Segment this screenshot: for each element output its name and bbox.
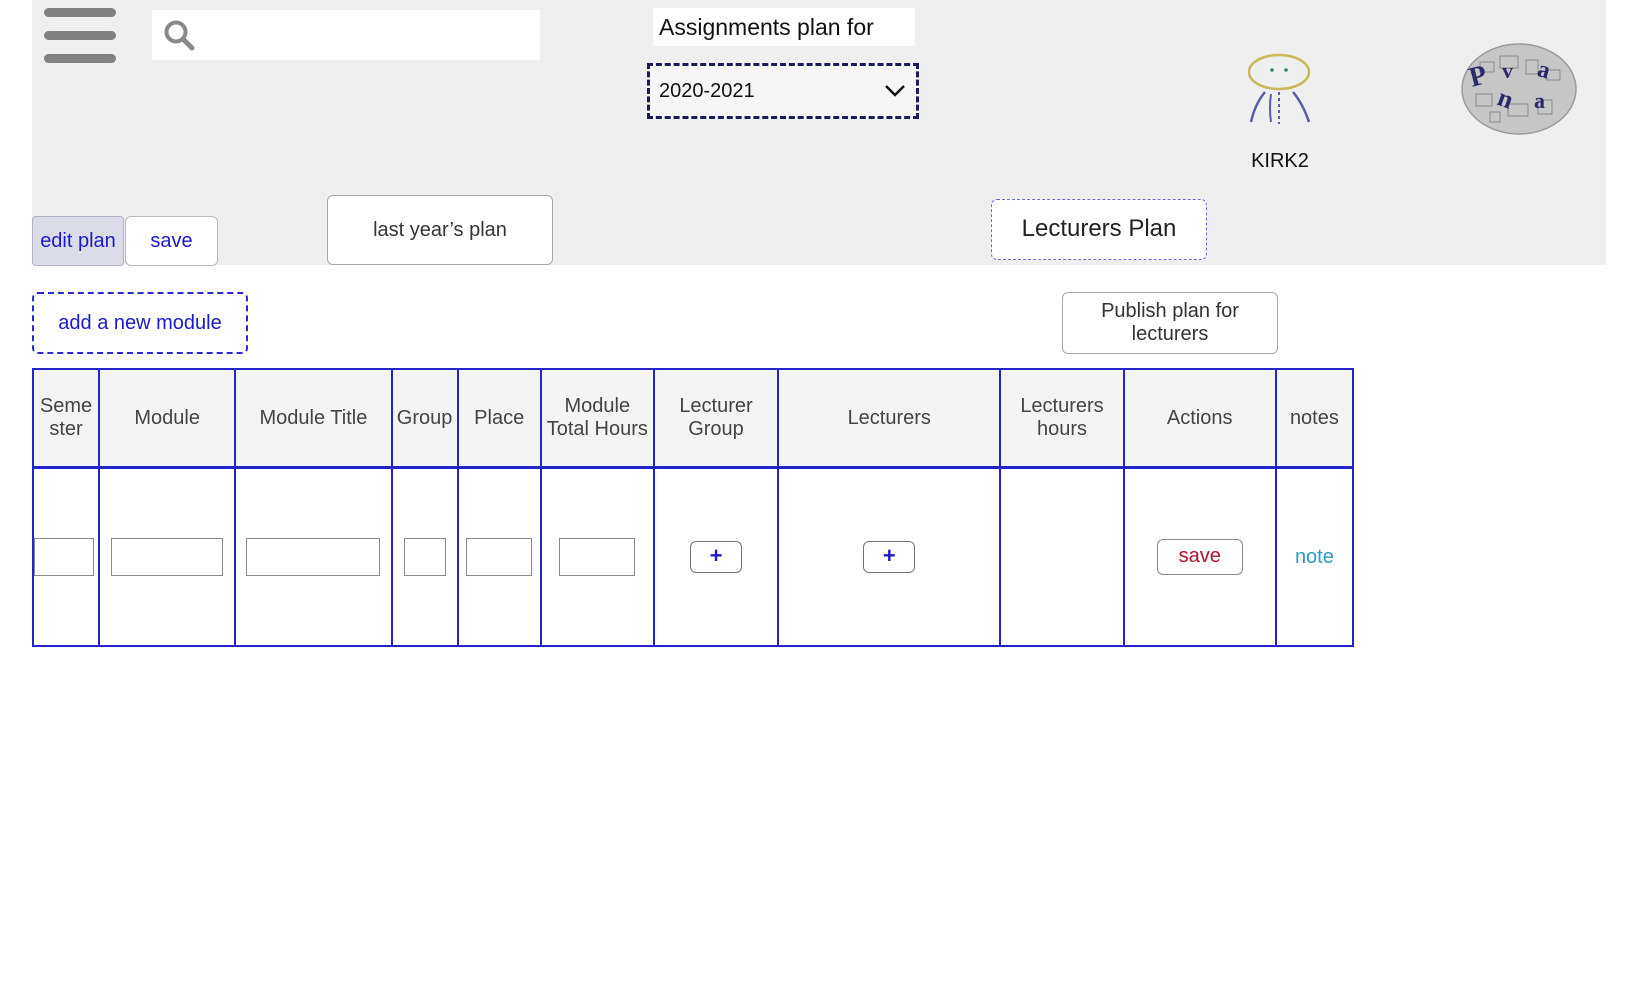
column-header-place: Place xyxy=(456,368,542,469)
module-input[interactable] xyxy=(111,538,224,576)
column-header-lecturers: Lecturers xyxy=(777,368,1002,469)
save-button[interactable]: save xyxy=(125,216,218,266)
module-title-input[interactable] xyxy=(246,538,381,576)
edit-plan-button[interactable]: edit plan xyxy=(32,216,124,266)
svg-text:a: a xyxy=(1534,88,1545,113)
notes-cell: note xyxy=(1274,466,1355,647)
semester-input[interactable] xyxy=(34,538,94,576)
user-name: KIRK2 xyxy=(1251,150,1309,172)
column-header-group: Group xyxy=(390,368,459,469)
total-hours-input[interactable] xyxy=(559,538,636,576)
table-header-row: Seme ster Module Module Title Group Place… xyxy=(31,368,1355,469)
place-input[interactable] xyxy=(466,538,533,576)
add-module-button[interactable]: add a new module xyxy=(32,292,248,354)
lecturers-plan-button[interactable]: Lecturers Plan xyxy=(991,199,1207,260)
group-cell xyxy=(390,466,459,647)
column-header-total-hours: Module Total Hours xyxy=(539,368,655,469)
column-header-notes: notes xyxy=(1274,368,1355,469)
row-save-button[interactable]: save xyxy=(1156,539,1243,575)
year-select[interactable]: 2020-2021 xyxy=(647,63,919,119)
place-cell xyxy=(456,466,542,647)
column-header-lecturers-hours: Lecturers hours xyxy=(999,368,1125,469)
semester-cell xyxy=(31,466,101,647)
publish-label-line2: lecturers xyxy=(1131,323,1209,345)
svg-text:v: v xyxy=(1502,58,1513,83)
module-cell xyxy=(98,466,237,647)
column-header-actions: Actions xyxy=(1122,368,1277,469)
add-lecturer-group-button[interactable]: + xyxy=(690,541,742,573)
search-icon[interactable] xyxy=(162,18,196,52)
logo-icon: P v a n a xyxy=(1461,43,1577,135)
plan-title: Assignments plan for xyxy=(653,8,915,46)
search-input[interactable] xyxy=(202,18,532,54)
column-header-module: Module xyxy=(98,368,237,469)
chevron-down-icon xyxy=(885,85,905,97)
column-header-semester: Seme ster xyxy=(31,368,101,469)
assignments-table: Seme ster Module Module Title Group Place… xyxy=(31,368,1355,647)
group-input[interactable] xyxy=(403,538,446,576)
hamburger-menu-icon[interactable] xyxy=(44,8,116,64)
lecturers-cell: + xyxy=(777,466,1002,647)
publish-plan-button[interactable]: Publish plan for lecturers xyxy=(1062,292,1278,354)
search-box xyxy=(152,10,540,60)
user-avatar-icon[interactable] xyxy=(1243,52,1315,128)
note-link[interactable]: note xyxy=(1295,546,1334,568)
total-hours-cell xyxy=(539,466,655,647)
column-header-lecturer-group: Lecturer Group xyxy=(652,368,780,469)
last-year-plan-button[interactable]: last year’s plan xyxy=(327,195,553,265)
column-header-module-title: Module Title xyxy=(234,368,393,469)
lecturer-group-cell: + xyxy=(652,466,780,647)
module-title-cell xyxy=(234,466,393,647)
year-select-value: 2020-2021 xyxy=(659,80,755,102)
publish-label-line1: Publish plan for xyxy=(1101,300,1239,322)
table-row: + + save note xyxy=(31,466,1355,647)
lecturers-hours-cell xyxy=(999,466,1125,647)
actions-cell: save xyxy=(1122,466,1277,647)
add-lecturer-button[interactable]: + xyxy=(863,541,916,573)
